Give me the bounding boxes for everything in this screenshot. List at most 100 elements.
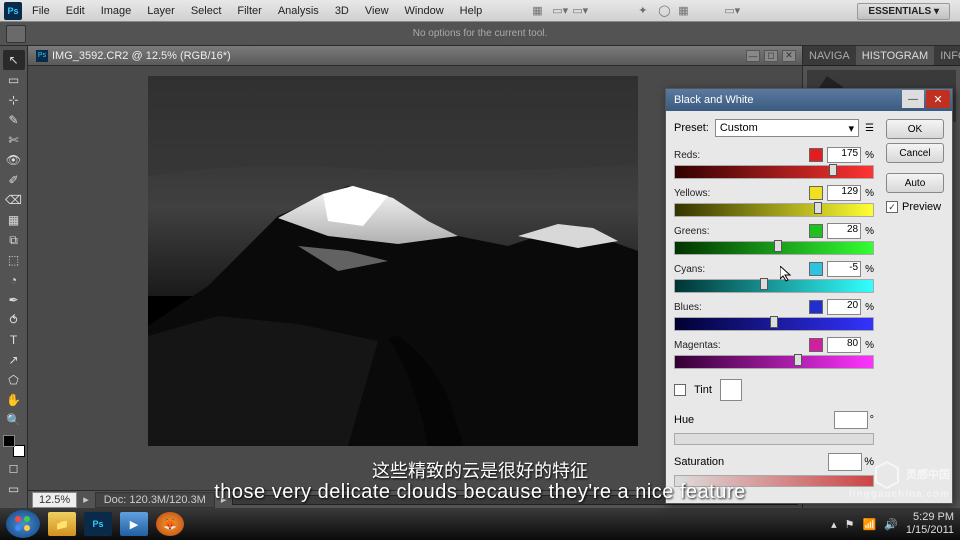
hue-slider[interactable] — [674, 433, 874, 445]
doc-size-status: Doc: 120.3M/120.3M — [95, 492, 215, 508]
tool-8[interactable]: ▦ — [3, 210, 25, 230]
menu-image[interactable]: Image — [93, 2, 140, 20]
taskbar-explorer-icon[interactable]: 📁 — [48, 512, 76, 536]
start-button[interactable] — [6, 510, 40, 538]
tray-volume-icon[interactable]: 🔊 — [884, 518, 898, 531]
tint-checkbox[interactable] — [674, 384, 686, 396]
tool-17[interactable]: ✋ — [3, 390, 25, 410]
workspace-switcher[interactable]: ESSENTIALS ▾ — [857, 3, 950, 20]
tool-11[interactable]: ◔ — [3, 270, 25, 290]
tool-5[interactable]: 👁 — [3, 150, 25, 170]
taskbar-firefox-icon[interactable]: 🦊 — [156, 512, 184, 536]
slider-value-input[interactable]: 80 — [827, 337, 861, 353]
color-swatch — [809, 300, 823, 314]
foreground-background-colors[interactable] — [3, 435, 25, 457]
slider-row-greens: Greens:28% — [674, 223, 874, 255]
menu-filter[interactable]: Filter — [229, 2, 269, 20]
tool-7[interactable]: ⌫ — [3, 190, 25, 210]
tool-15[interactable]: ↗ — [3, 350, 25, 370]
slider-value-input[interactable]: 28 — [827, 223, 861, 239]
hue-label: Hue — [674, 414, 694, 426]
tint-swatch[interactable] — [720, 379, 742, 401]
preset-label: Preset: — [674, 122, 709, 134]
taskbar-photoshop-icon[interactable]: Ps — [84, 512, 112, 536]
menu-select[interactable]: Select — [183, 2, 230, 20]
screenmode-icon[interactable]: ▭ — [3, 479, 25, 499]
tool-0[interactable]: ↖ — [3, 50, 25, 70]
menu-analysis[interactable]: Analysis — [270, 2, 327, 20]
tray-network-icon[interactable]: 📶 — [862, 518, 876, 531]
slider-row-magentas: Magentas:80% — [674, 337, 874, 369]
menu-layer[interactable]: Layer — [139, 2, 183, 20]
menu-edit[interactable]: Edit — [58, 2, 93, 20]
color-slider[interactable] — [674, 279, 874, 293]
slider-label: Cyans: — [674, 264, 705, 275]
tool-13[interactable]: ⥀ — [3, 310, 25, 330]
hue-value[interactable] — [834, 411, 868, 429]
tool-12[interactable]: ✒ — [3, 290, 25, 310]
menu-file[interactable]: File — [24, 2, 58, 20]
color-slider[interactable] — [674, 165, 874, 179]
preset-select[interactable]: Custom▾ — [715, 119, 859, 137]
canvas[interactable] — [148, 76, 638, 446]
doc-maximize-icon[interactable]: ◻ — [764, 50, 778, 62]
ok-button[interactable]: OK — [886, 119, 944, 139]
tool-18[interactable]: 🔍 — [3, 410, 25, 430]
doc-minimize-icon[interactable]: — — [746, 50, 760, 62]
dialog-close-icon[interactable]: ✕ — [926, 90, 950, 108]
slider-row-cyans: Cyans:-5% — [674, 261, 874, 293]
zoom-input[interactable]: 12.5% — [32, 492, 77, 508]
preview-checkbox[interactable]: ✓ — [886, 201, 898, 213]
slider-label: Yellows: — [674, 188, 710, 199]
slider-label: Blues: — [674, 302, 702, 313]
menu-view[interactable]: View — [357, 2, 397, 20]
cancel-button[interactable]: Cancel — [886, 143, 944, 163]
color-slider[interactable] — [674, 355, 874, 369]
quickmask-icon[interactable]: ◻ — [3, 458, 25, 478]
color-slider[interactable] — [674, 317, 874, 331]
menu-window[interactable]: Window — [397, 2, 452, 20]
document-image — [148, 76, 638, 446]
color-slider[interactable] — [674, 241, 874, 255]
preset-menu-icon[interactable]: ☰ — [865, 123, 874, 134]
menu-help[interactable]: Help — [452, 2, 491, 20]
tray-flag-icon[interactable]: ⚑ — [845, 518, 855, 531]
slider-value-input[interactable]: 20 — [827, 299, 861, 315]
doc-close-icon[interactable]: ✕ — [782, 50, 796, 62]
document-tab[interactable]: Ps IMG_3592.CR2 @ 12.5% (RGB/16*) — ◻ ✕ — [28, 46, 802, 66]
options-message: No options for the current tool. — [413, 28, 548, 39]
taskbar: 📁 Ps ▶ 🦊 ▴ ⚑ 📶 🔊 5:29 PM1/15/2011 — [0, 508, 960, 540]
current-tool-indicator[interactable] — [6, 25, 26, 43]
tool-16[interactable]: ⬠ — [3, 370, 25, 390]
menu-3d[interactable]: 3D — [327, 2, 357, 20]
system-tray: ▴ ⚑ 📶 🔊 5:29 PM1/15/2011 — [831, 511, 954, 537]
status-arrow-icon[interactable]: ▸ — [83, 493, 89, 506]
color-swatch — [809, 148, 823, 162]
slider-value-input[interactable]: -5 — [827, 261, 861, 277]
tool-4[interactable]: ✄ — [3, 130, 25, 150]
color-swatch — [809, 338, 823, 352]
color-slider[interactable] — [674, 203, 874, 217]
color-swatch — [809, 262, 823, 276]
tab-histogram[interactable]: HISTOGRAM — [856, 46, 934, 65]
black-and-white-dialog: Black and White — ✕ OK Cancel Auto ✓Prev… — [665, 88, 953, 504]
tab-info[interactable]: INFO — [934, 46, 960, 65]
auto-button[interactable]: Auto — [886, 173, 944, 193]
dialog-titlebar[interactable]: Black and White — ✕ — [666, 89, 952, 111]
tool-6[interactable]: ✐ — [3, 170, 25, 190]
slider-value-input[interactable]: 175 — [827, 147, 861, 163]
tab-navigator[interactable]: NAVIGA — [803, 46, 856, 65]
tool-9[interactable]: ⧉ — [3, 230, 25, 250]
taskbar-mediaplayer-icon[interactable]: ▶ — [120, 512, 148, 536]
tool-14[interactable]: T — [3, 330, 25, 350]
tool-2[interactable]: ⊹ — [3, 90, 25, 110]
tool-10[interactable]: ⬚ — [3, 250, 25, 270]
taskbar-clock[interactable]: 5:29 PM1/15/2011 — [906, 511, 954, 537]
photoshop-icon: Ps — [4, 2, 22, 20]
tray-arrow-icon[interactable]: ▴ — [831, 518, 837, 531]
slider-value-input[interactable]: 129 — [827, 185, 861, 201]
doc-ps-icon: Ps — [36, 50, 48, 62]
dialog-minimize-icon[interactable]: — — [902, 90, 924, 108]
tool-1[interactable]: ▭ — [3, 70, 25, 90]
tool-3[interactable]: ✎ — [3, 110, 25, 130]
